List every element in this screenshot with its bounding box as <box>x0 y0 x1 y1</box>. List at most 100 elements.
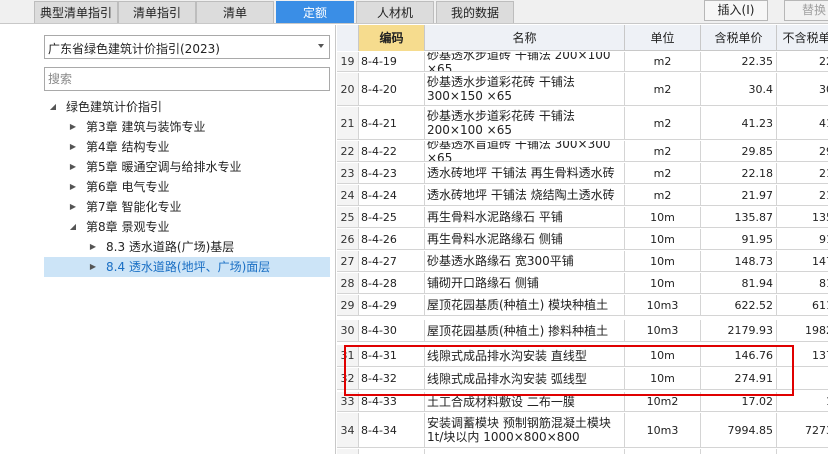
row-unit: m2 <box>625 52 701 71</box>
library-select[interactable]: 广东省绿色建筑计价指引(2023) <box>44 35 330 59</box>
row-price-without-tax: 41 <box>777 107 828 139</box>
row-price-without-tax: 1982 <box>777 320 828 341</box>
tab-my-data[interactable]: 我的数据 <box>436 1 514 23</box>
tab-labor-material-machine[interactable]: 人材机 <box>356 1 434 23</box>
tab-quota[interactable]: 定额 <box>276 1 354 23</box>
table-row[interactable]: 28 8-4-28 铺砌开口路缘石 侧铺 10m 81.94 81 <box>337 273 828 294</box>
row-price-with-tax: 29.85 <box>701 141 777 161</box>
row-name: 砂基透水步道砖 干铺法 200×100 ×65 <box>425 52 625 71</box>
insert-button[interactable]: 插入(I) <box>704 0 768 21</box>
table-row[interactable]: 25 8-4-25 再生骨料水泥路缘石 平铺 10m 135.87 135 <box>337 207 828 228</box>
row-price-without-tax: 30 <box>777 73 828 105</box>
table-row[interactable]: 34 8-4-34 安装调蓄模块 预制钢筋混凝土模块 1t/块以内 1000×8… <box>337 413 828 448</box>
table-row[interactable]: 23 8-4-23 透水砖地坪 干铺法 再生骨料透水砖 m2 22.18 21 <box>337 163 828 184</box>
row-price-with-tax: 91.95 <box>701 229 777 249</box>
row-price-with-tax: 148.73 <box>701 251 777 271</box>
tree-collapsed-icon[interactable]: ▶ <box>88 237 98 257</box>
tab-bar: 典型清单指引 清单指引 清单 定额 人材机 我的数据 插入(I) 替换 <box>0 0 828 24</box>
row-price-with-tax: 30.4 <box>701 73 777 105</box>
row-code: 8-4-31 <box>359 345 425 366</box>
row-price-without-tax: 91 <box>777 229 828 249</box>
row-name: 砂基透水步道彩花砖 干铺法 300×150 ×65 <box>425 73 625 105</box>
row-index: 19 <box>337 52 359 71</box>
row-price-with-tax: 17.02 <box>701 392 777 411</box>
tree-node-label: 8.4 透水道路(地坪、广场)面层 <box>106 260 271 274</box>
table-row[interactable]: 27 8-4-27 砂基透水路缘石 宽300平铺 10m 148.73 147 <box>337 251 828 272</box>
row-price-with-tax: 274.91 <box>701 368 777 389</box>
row-price-without-tax: 611 <box>777 295 828 315</box>
tree-node-chapter-5[interactable]: ▶ 第5章 暖通空调与给排水专业 <box>44 157 330 177</box>
tree-node-chapter-4[interactable]: ▶ 第4章 结构专业 <box>44 137 330 157</box>
row-code: 8-4-28 <box>359 273 425 293</box>
tree-node-8-4-selected[interactable]: ▶ 8.4 透水道路(地坪、广场)面层 <box>44 257 330 277</box>
tab-typical-bill-guide[interactable]: 典型清单指引 <box>34 1 118 23</box>
row-code: 8-4-24 <box>359 185 425 205</box>
row-index: 32 <box>337 368 359 389</box>
tree-node-chapter-7[interactable]: ▶ 第7章 智能化专业 <box>44 197 330 217</box>
tree-node-root[interactable]: ◢ 绿色建筑计价指引 <box>44 97 330 117</box>
row-index: 33 <box>337 392 359 411</box>
tree-collapsed-icon[interactable]: ▶ <box>68 137 78 157</box>
row-name: 砂基透水步道彩花砖 干铺法 200×100 ×65 <box>425 107 625 139</box>
row-unit <box>625 449 701 454</box>
table-row[interactable]: 31 8-4-31 线隙式成品排水沟安装 直线型 10m 146.76 137 <box>337 345 828 367</box>
table-row[interactable]: 26 8-4-26 再生骨料水泥路缘石 侧铺 10m 91.95 91 <box>337 229 828 250</box>
tree-node-label: 第4章 结构专业 <box>86 140 170 154</box>
tree-collapsed-icon[interactable]: ▶ <box>68 117 78 137</box>
tree-node-label: 第5章 暖通空调与给排水专业 <box>86 160 242 174</box>
table-row[interactable]: 32 8-4-32 线隙式成品排水沟安装 弧线型 10m 274.91 <box>337 368 828 390</box>
tree-node-chapter-6[interactable]: ▶ 第6章 电气专业 <box>44 177 330 197</box>
row-name: 屋顶花园基质(种植土) 掺料种植土 <box>425 320 625 341</box>
chevron-down-icon[interactable] <box>318 44 324 48</box>
tree-collapsed-icon[interactable]: ▶ <box>68 197 78 217</box>
row-name: 屋顶花园基质(种植土) 模块种植土 <box>425 295 625 315</box>
row-index: 28 <box>337 273 359 293</box>
search-input[interactable] <box>44 67 330 91</box>
tree-collapsed-icon[interactable]: ▶ <box>88 257 98 277</box>
table-row[interactable]: 30 8-4-30 屋顶花园基质(种植土) 掺料种植土 10m3 2179.93… <box>337 320 828 342</box>
row-name: 土工合成材料敷设 二布一膜 <box>425 392 625 411</box>
tab-bill-guide[interactable]: 清单指引 <box>118 1 196 23</box>
table-row-partial[interactable] <box>337 449 828 454</box>
row-price-with-tax: 622.52 <box>701 295 777 315</box>
tree-node-chapter-8[interactable]: ◢ 第8章 景观专业 <box>44 217 330 237</box>
row-price-with-tax: 21.97 <box>701 185 777 205</box>
row-index: 23 <box>337 163 359 183</box>
row-price-without-tax: 7273 <box>777 413 828 447</box>
row-price-with-tax: 22.18 <box>701 163 777 183</box>
row-unit: m2 <box>625 185 701 205</box>
table-row[interactable]: 20 8-4-20 砂基透水步道彩花砖 干铺法 300×150 ×65 m2 3… <box>337 73 828 106</box>
table-row[interactable]: 21 8-4-21 砂基透水步道彩花砖 干铺法 200×100 ×65 m2 4… <box>337 107 828 140</box>
tree-node-label: 第8章 景观专业 <box>86 220 170 234</box>
header-unit[interactable]: 单位 <box>625 25 701 51</box>
tree-expanded-icon[interactable]: ◢ <box>68 217 78 237</box>
row-name: 铺砌开口路缘石 侧铺 <box>425 273 625 293</box>
table-row[interactable]: 22 8-4-22 砂基透水盲道砖 干铺法 300×300 ×65 m2 29.… <box>337 141 828 162</box>
tree-collapsed-icon[interactable]: ▶ <box>68 177 78 197</box>
table-row[interactable]: 24 8-4-24 透水砖地坪 干铺法 烧结陶土透水砖 m2 21.97 21 <box>337 185 828 206</box>
row-name: 透水砖地坪 干铺法 烧结陶土透水砖 <box>425 185 625 205</box>
row-index: 31 <box>337 345 359 366</box>
header-code[interactable]: 编码 <box>359 25 425 51</box>
row-unit: m2 <box>625 141 701 161</box>
row-unit: 10m <box>625 273 701 293</box>
row-price-with-tax: 81.94 <box>701 273 777 293</box>
table-row[interactable]: 19 8-4-19 砂基透水步道砖 干铺法 200×100 ×65 m2 22.… <box>337 52 828 72</box>
row-price-with-tax: 7994.85 <box>701 413 777 447</box>
replace-button[interactable]: 替换 <box>784 0 828 21</box>
tab-bill[interactable]: 清单 <box>196 1 274 23</box>
table-row[interactable]: 33 8-4-33 土工合成材料敷设 二布一膜 10m2 17.02 1 <box>337 392 828 412</box>
header-price-without-tax[interactable]: 不含税单 <box>777 25 828 51</box>
header-price-with-tax[interactable]: 含税单价 <box>701 25 777 51</box>
row-unit: 10m <box>625 345 701 366</box>
row-index: 21 <box>337 107 359 139</box>
tree-expanded-icon[interactable]: ◢ <box>48 97 58 117</box>
row-unit: m2 <box>625 163 701 183</box>
tree-node-chapter-3[interactable]: ▶ 第3章 建筑与装饰专业 <box>44 117 330 137</box>
row-price-without-tax <box>777 368 828 389</box>
header-name[interactable]: 名称 <box>425 25 625 51</box>
tree-node-8-3[interactable]: ▶ 8.3 透水道路(广场)基层 <box>44 237 330 257</box>
tree-collapsed-icon[interactable]: ▶ <box>68 157 78 177</box>
row-index <box>337 449 359 454</box>
table-row[interactable]: 29 8-4-29 屋顶花园基质(种植土) 模块种植土 10m3 622.52 … <box>337 295 828 316</box>
